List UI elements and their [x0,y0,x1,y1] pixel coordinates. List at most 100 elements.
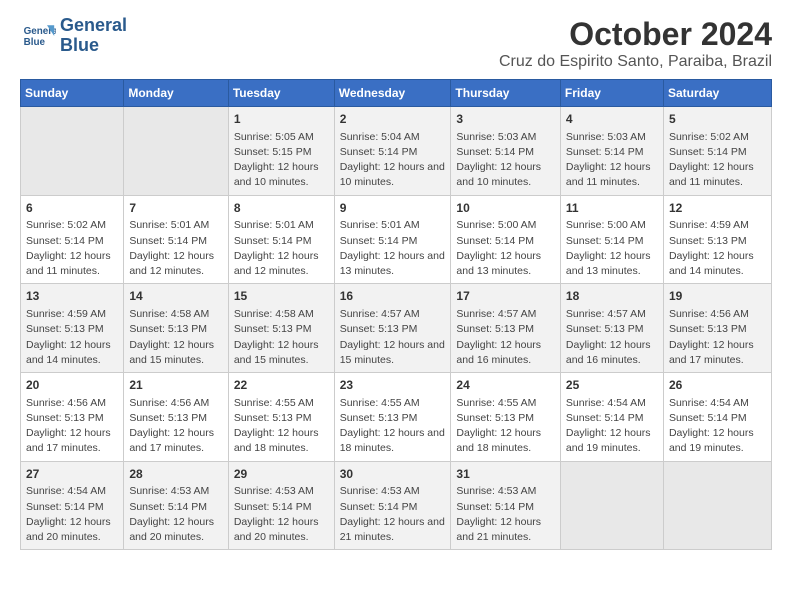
calendar-day-cell: 23 Sunrise: 4:55 AM Sunset: 5:13 PM Dayli… [334,373,451,462]
day-info: Sunrise: 4:57 AM Sunset: 5:13 PM Dayligh… [340,307,446,368]
calendar-day-cell: 9Sunrise: 5:01 AM Sunset: 5:14 PM Daylig… [334,195,451,284]
header-thursday: Thursday [451,80,561,107]
calendar-day-cell: 5Sunrise: 5:02 AM Sunset: 5:14 PM Daylig… [663,107,771,196]
header-saturday: Saturday [663,80,771,107]
calendar-week-row: 13Sunrise: 4:59 AM Sunset: 5:13 PM Dayli… [21,284,772,373]
day-number: 2 [340,111,446,128]
day-info: Sunrise: 4:53 AM Sunset: 5:14 PM Dayligh… [340,484,446,545]
day-number: 17 [456,288,555,305]
calendar-day-cell: 2 Sunrise: 5:04 AM Sunset: 5:14 PM Daylig… [334,107,451,196]
calendar-day-cell: 29Sunrise: 4:53 AM Sunset: 5:14 PM Dayli… [228,461,334,550]
day-info: Sunrise: 5:01 AM Sunset: 5:14 PM Dayligh… [234,218,329,279]
day-info: Sunrise: 4:55 AM Sunset: 5:13 PM Dayligh… [234,396,329,457]
day-number: 11 [566,200,658,217]
svg-text:Blue: Blue [24,37,46,48]
day-info: Sunrise: 5:01 AM Sunset: 5:14 PM Dayligh… [340,218,446,279]
day-number: 19 [669,288,766,305]
day-number: 25 [566,377,658,394]
calendar-day-cell: 7Sunrise: 5:01 AM Sunset: 5:14 PM Daylig… [124,195,228,284]
day-info: Sunrise: 5:00 AM Sunset: 5:14 PM Dayligh… [566,218,658,279]
calendar-day-cell: 8Sunrise: 5:01 AM Sunset: 5:14 PM Daylig… [228,195,334,284]
calendar-day-cell: 21 Sunrise: 4:56 AM Sunset: 5:13 PM Dayli… [124,373,228,462]
day-number: 28 [129,466,222,483]
calendar-day-cell: 12Sunrise: 4:59 AM Sunset: 5:13 PM Dayli… [663,195,771,284]
day-number: 18 [566,288,658,305]
calendar-day-cell [560,461,663,550]
header-tuesday: Tuesday [228,80,334,107]
day-info: Sunrise: 4:55 AM Sunset: 5:13 PM Dayligh… [456,396,555,457]
day-info: Sunrise: 4:56 AM Sunset: 5:13 PM Dayligh… [669,307,766,368]
calendar-day-cell: 11Sunrise: 5:00 AM Sunset: 5:14 PM Dayli… [560,195,663,284]
day-number: 29 [234,466,329,483]
day-number: 13 [26,288,118,305]
day-number: 9 [340,200,446,217]
day-info: Sunrise: 5:00 AM Sunset: 5:14 PM Dayligh… [456,218,555,279]
day-info: Sunrise: 5:02 AM Sunset: 5:14 PM Dayligh… [26,218,118,279]
calendar-table: SundayMondayTuesdayWednesdayThursdayFrid… [20,79,772,550]
day-info: Sunrise: 4:59 AM Sunset: 5:13 PM Dayligh… [669,218,766,279]
calendar-day-cell: 24 Sunrise: 4:55 AM Sunset: 5:13 PM Dayli… [451,373,561,462]
day-number: 10 [456,200,555,217]
day-number: 8 [234,200,329,217]
header-wednesday: Wednesday [334,80,451,107]
calendar-day-cell: 26Sunrise: 4:54 AM Sunset: 5:14 PM Dayli… [663,373,771,462]
day-number: 3 [456,111,555,128]
day-info: Sunrise: 5:02 AM Sunset: 5:14 PM Dayligh… [669,130,766,191]
day-info: Sunrise: 4:56 AM Sunset: 5:13 PM Dayligh… [129,396,222,457]
logo: General Blue General Blue [20,16,127,56]
day-info: Sunrise: 4:56 AM Sunset: 5:13 PM Dayligh… [26,396,118,457]
day-info: Sunrise: 5:04 AM Sunset: 5:14 PM Dayligh… [340,130,446,191]
day-number: 7 [129,200,222,217]
calendar-day-cell: 31Sunrise: 4:53 AM Sunset: 5:14 PM Dayli… [451,461,561,550]
calendar-day-cell: 16 Sunrise: 4:57 AM Sunset: 5:13 PM Dayli… [334,284,451,373]
day-number: 21 [129,377,222,394]
day-info: Sunrise: 4:53 AM Sunset: 5:14 PM Dayligh… [456,484,555,545]
day-info: Sunrise: 4:53 AM Sunset: 5:14 PM Dayligh… [129,484,222,545]
logo-icon: General Blue [20,18,56,54]
calendar-day-cell: 18Sunrise: 4:57 AM Sunset: 5:13 PM Dayli… [560,284,663,373]
day-number: 27 [26,466,118,483]
day-number: 16 [340,288,446,305]
day-number: 20 [26,377,118,394]
day-info: Sunrise: 5:03 AM Sunset: 5:14 PM Dayligh… [456,130,555,191]
day-number: 6 [26,200,118,217]
title-block: October 2024 Cruz do Espirito Santo, Par… [499,16,772,71]
day-number: 15 [234,288,329,305]
page-header: General Blue General Blue October 2024 C… [20,16,772,71]
calendar-day-cell: 10Sunrise: 5:00 AM Sunset: 5:14 PM Dayli… [451,195,561,284]
day-info: Sunrise: 4:54 AM Sunset: 5:14 PM Dayligh… [26,484,118,545]
page-title: October 2024 [499,16,772,53]
day-info: Sunrise: 5:05 AM Sunset: 5:15 PM Dayligh… [234,130,329,191]
day-info: Sunrise: 5:03 AM Sunset: 5:14 PM Dayligh… [566,130,658,191]
calendar-day-cell: 6Sunrise: 5:02 AM Sunset: 5:14 PM Daylig… [21,195,124,284]
calendar-day-cell [124,107,228,196]
calendar-week-row: 20 Sunrise: 4:56 AM Sunset: 5:13 PM Dayli… [21,373,772,462]
calendar-header-row: SundayMondayTuesdayWednesdayThursdayFrid… [21,80,772,107]
calendar-day-cell: 13Sunrise: 4:59 AM Sunset: 5:13 PM Dayli… [21,284,124,373]
calendar-day-cell: 4 Sunrise: 5:03 AM Sunset: 5:14 PM Daylig… [560,107,663,196]
calendar-day-cell [21,107,124,196]
calendar-day-cell: 30Sunrise: 4:53 AM Sunset: 5:14 PM Dayli… [334,461,451,550]
day-info: Sunrise: 4:53 AM Sunset: 5:14 PM Dayligh… [234,484,329,545]
day-number: 24 [456,377,555,394]
calendar-day-cell: 14Sunrise: 4:58 AM Sunset: 5:13 PM Dayli… [124,284,228,373]
day-info: Sunrise: 5:01 AM Sunset: 5:14 PM Dayligh… [129,218,222,279]
day-info: Sunrise: 4:57 AM Sunset: 5:13 PM Dayligh… [456,307,555,368]
header-friday: Friday [560,80,663,107]
header-monday: Monday [124,80,228,107]
calendar-day-cell: 27Sunrise: 4:54 AM Sunset: 5:14 PM Dayli… [21,461,124,550]
calendar-day-cell: 15Sunrise: 4:58 AM Sunset: 5:13 PM Dayli… [228,284,334,373]
day-number: 4 [566,111,658,128]
calendar-week-row: 1Sunrise: 5:05 AM Sunset: 5:15 PM Daylig… [21,107,772,196]
logo-text: General Blue [60,16,127,56]
day-number: 22 [234,377,329,394]
calendar-day-cell: 1Sunrise: 5:05 AM Sunset: 5:15 PM Daylig… [228,107,334,196]
calendar-week-row: 6Sunrise: 5:02 AM Sunset: 5:14 PM Daylig… [21,195,772,284]
day-number: 23 [340,377,446,394]
calendar-day-cell: 19 Sunrise: 4:56 AM Sunset: 5:13 PM Dayli… [663,284,771,373]
calendar-week-row: 27Sunrise: 4:54 AM Sunset: 5:14 PM Dayli… [21,461,772,550]
day-info: Sunrise: 4:54 AM Sunset: 5:14 PM Dayligh… [669,396,766,457]
day-number: 31 [456,466,555,483]
day-info: Sunrise: 4:55 AM Sunset: 5:13 PM Dayligh… [340,396,446,457]
header-sunday: Sunday [21,80,124,107]
